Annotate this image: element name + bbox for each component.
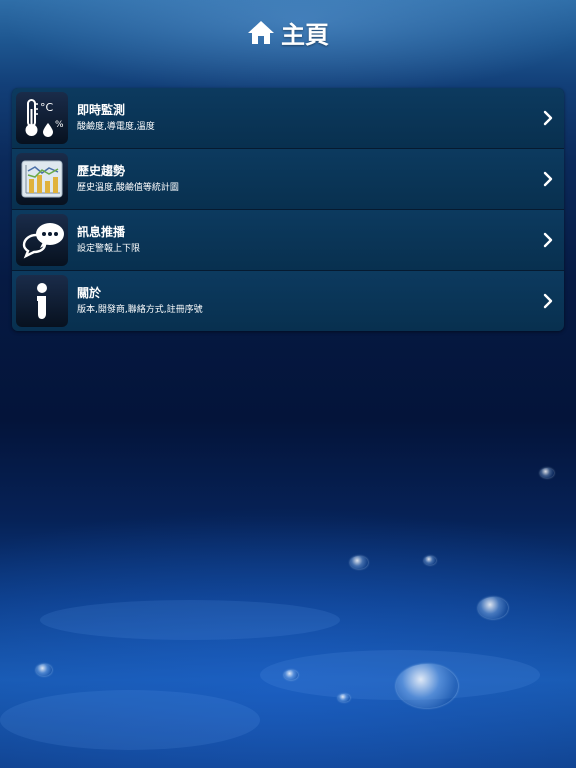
water-droplet bbox=[540, 468, 554, 478]
info-icon bbox=[16, 275, 68, 327]
menu-item-subtitle: 歷史溫度,酸鹼值等統計圖 bbox=[77, 183, 179, 193]
water-droplet bbox=[478, 597, 508, 619]
thermometer-icon: °C % bbox=[16, 92, 68, 144]
menu-item-title: 即時監測 bbox=[77, 103, 126, 117]
water-droplet bbox=[284, 670, 298, 680]
chat-bubble-icon bbox=[16, 214, 68, 266]
menu-item-about[interactable]: 關於 版本,開發商,聯絡方式,註冊序號 bbox=[12, 270, 564, 331]
chevron-right-icon bbox=[543, 232, 553, 248]
chevron-right-icon bbox=[543, 293, 553, 309]
chevron-right-icon bbox=[543, 110, 553, 126]
chevron-right-icon bbox=[543, 171, 553, 187]
page-title: 主頁 bbox=[281, 20, 329, 49]
water-droplet bbox=[36, 664, 52, 676]
header-bar: 主頁 bbox=[0, 0, 576, 64]
water-droplet bbox=[338, 694, 350, 702]
water-droplet bbox=[350, 556, 368, 569]
menu-item-subtitle: 酸鹼度,導電度,溫度 bbox=[77, 122, 155, 132]
wave-highlight bbox=[0, 690, 260, 750]
home-icon bbox=[247, 19, 275, 45]
menu-item-subtitle: 設定警報上下限 bbox=[77, 244, 141, 254]
water-droplet bbox=[396, 664, 458, 708]
wave-highlight bbox=[40, 600, 340, 640]
percent-label: % bbox=[55, 120, 64, 130]
trend-chart-icon bbox=[16, 153, 68, 205]
menu-item-subtitle: 版本,開發商,聯絡方式,註冊序號 bbox=[77, 305, 203, 315]
water-droplet bbox=[424, 556, 436, 565]
main-menu: °C % 即時監測 酸鹼度,導電度,溫度 歷史趨勢 歷史溫度,酸鹼值等統計圖 訊… bbox=[12, 88, 564, 331]
menu-item-realtime-monitoring[interactable]: °C % 即時監測 酸鹼度,導電度,溫度 bbox=[12, 88, 564, 148]
menu-item-title: 歷史趨勢 bbox=[77, 164, 126, 178]
menu-item-title: 訊息推播 bbox=[77, 225, 126, 239]
celsius-label: °C bbox=[40, 101, 54, 114]
menu-item-history-trend[interactable]: 歷史趨勢 歷史溫度,酸鹼值等統計圖 bbox=[12, 148, 564, 209]
menu-item-title: 關於 bbox=[77, 286, 102, 300]
menu-item-message-push[interactable]: 訊息推播 設定警報上下限 bbox=[12, 209, 564, 270]
